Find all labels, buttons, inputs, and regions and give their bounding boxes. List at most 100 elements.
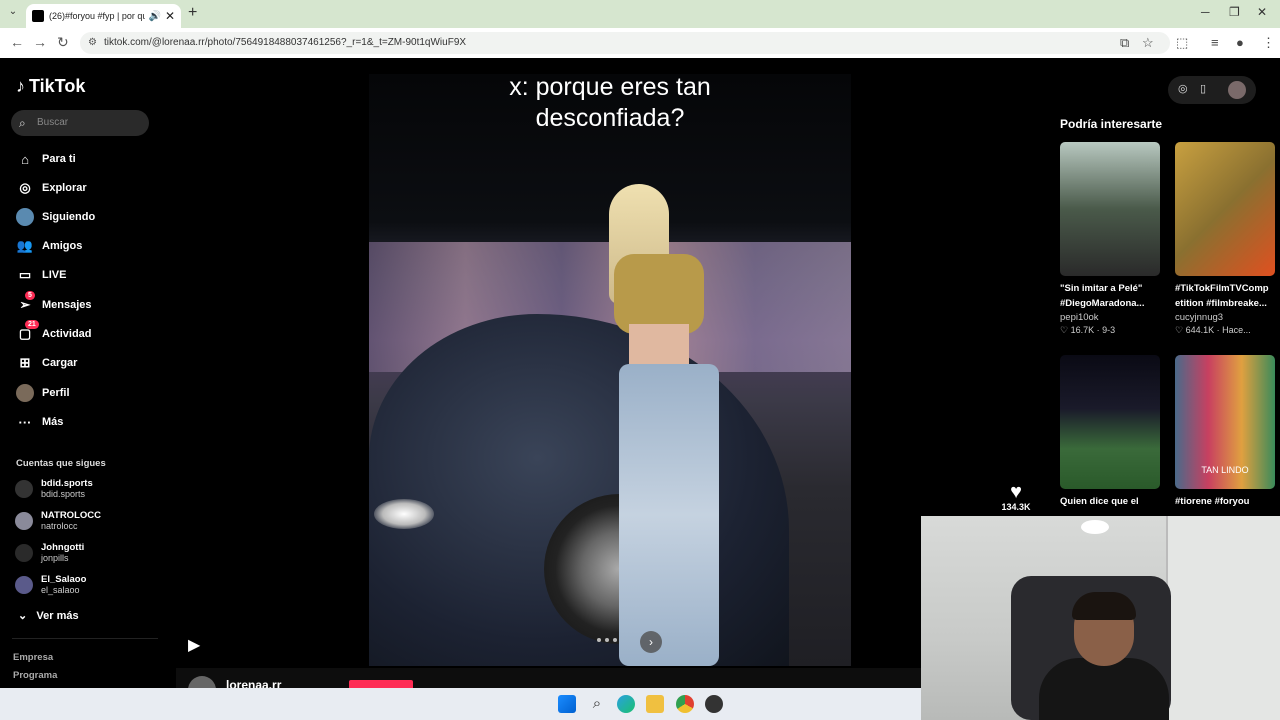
- account-name: NATROLOCC: [41, 510, 101, 521]
- coins-icon[interactable]: ◎: [1178, 82, 1188, 95]
- suggestion-title: "Sin imitar a Pelé" #DiegoMaradona...: [1060, 283, 1145, 309]
- post-caption: x: porque eres tan desconfiada?: [369, 72, 851, 134]
- caption-line: x: porque eres tan: [509, 73, 711, 101]
- nav-label: Perfil: [42, 387, 70, 399]
- footer-link-programa[interactable]: Programa: [13, 670, 57, 681]
- post-photo[interactable]: [369, 74, 851, 666]
- reload-icon[interactable]: ↻: [57, 34, 69, 51]
- avatar: [15, 480, 33, 498]
- jeans: [619, 364, 719, 666]
- compass-icon: ◎: [19, 180, 31, 195]
- suggestion-card[interactable]: "Sin imitar a Pelé" #DiegoMaradona... pep…: [1060, 142, 1160, 337]
- nav-mas[interactable]: ··· Más: [16, 412, 64, 432]
- friends-icon: 👥: [16, 238, 34, 253]
- windows-start-icon[interactable]: [558, 695, 576, 713]
- account-handle: el_salaoo: [41, 585, 80, 595]
- messages-badge: 5: [25, 291, 35, 300]
- like-button[interactable]: ♥ 134.3K: [997, 482, 1035, 512]
- nav-label: Amigos: [42, 240, 83, 252]
- tab-search-icon[interactable]: ⌄: [5, 6, 21, 22]
- suggestion-card[interactable]: #TikTokFilmTVComp etition #filmbreake... …: [1175, 142, 1275, 337]
- edge-browser-icon[interactable]: [617, 695, 635, 713]
- install-app-icon[interactable]: ⧉: [1120, 35, 1129, 51]
- car-headlight: [374, 499, 434, 529]
- browser-tab-active[interactable]: (26)#foryou #fyp | por que 🔊 ✕: [26, 4, 181, 28]
- address-bar[interactable]: ⚙ tiktok.com/@lorenaa.rr/photo/756491848…: [80, 32, 1170, 54]
- account-name: Johngotti: [41, 542, 85, 553]
- following-account[interactable]: Johngotti jonpills: [15, 542, 84, 564]
- author-strip: [176, 668, 921, 688]
- restore-icon[interactable]: ❐: [1229, 5, 1240, 19]
- suggestion-card[interactable]: Quien dice que el: [1060, 355, 1160, 509]
- suggestion-thumbnail: [1060, 142, 1160, 276]
- nav-para-ti[interactable]: ⌂ Para ti: [16, 149, 76, 169]
- see-more-button[interactable]: ⌄ Ver más: [18, 609, 79, 622]
- next-photo-button[interactable]: ›: [640, 631, 662, 653]
- mobile-icon[interactable]: ▯: [1200, 82, 1206, 95]
- following-account[interactable]: El_Salaoo el_salaoo: [15, 574, 86, 596]
- suggestion-thumbnail: [1175, 142, 1275, 276]
- speaker-icon[interactable]: 🔊: [148, 11, 160, 22]
- back-icon[interactable]: ←: [10, 34, 24, 50]
- profile-avatar-icon[interactable]: [1228, 81, 1246, 99]
- close-tab-icon[interactable]: ✕: [165, 9, 175, 23]
- extensions-icon[interactable]: ⬚: [1176, 35, 1188, 51]
- suggestion-user: cucyjnnug3: [1175, 312, 1224, 323]
- minimize-icon[interactable]: ─: [1201, 5, 1210, 19]
- suggestion-title: #TikTokFilmTVComp etition #filmbreake...: [1175, 283, 1269, 309]
- home-icon: ⌂: [21, 151, 29, 167]
- suggestion-card[interactable]: TAN LINDO #tiorene #foryou: [1175, 355, 1275, 509]
- menu-kebab-icon[interactable]: ⋮: [1262, 35, 1275, 51]
- door: [1166, 516, 1280, 720]
- suggestion-thumbnail: [1060, 355, 1160, 489]
- nav-mensajes[interactable]: ➢ 5 Mensajes: [16, 291, 92, 315]
- shirt: [1039, 658, 1169, 720]
- close-window-icon[interactable]: ✕: [1257, 5, 1267, 19]
- nav-live[interactable]: ▭ LIVE: [16, 265, 67, 285]
- forward-icon[interactable]: →: [33, 34, 47, 50]
- account-handle: natrolocc: [41, 521, 78, 531]
- new-tab-button[interactable]: +: [188, 4, 197, 22]
- url-text: tiktok.com/@lorenaa.rr/photo/75649184880…: [104, 37, 467, 48]
- nav-label: Siguiendo: [42, 211, 96, 223]
- nav-label: Para ti: [42, 153, 76, 165]
- nav-label: Más: [42, 416, 64, 428]
- file-explorer-icon[interactable]: [646, 695, 664, 713]
- profile-avatar-icon[interactable]: ●: [1236, 35, 1244, 50]
- see-more-label: Ver más: [36, 610, 79, 622]
- caption-line: desconfiada?: [535, 104, 685, 132]
- chrome-icon[interactable]: [676, 695, 694, 713]
- suggestion-stats: ♡ 644.1K · Hace...: [1175, 325, 1251, 335]
- nav-explorar[interactable]: ◎ Explorar: [16, 178, 86, 198]
- follow-button[interactable]: [349, 680, 413, 688]
- reading-list-icon[interactable]: ≡: [1211, 35, 1219, 50]
- search-icon: ⌕: [19, 116, 26, 130]
- search-placeholder: Buscar: [37, 117, 69, 128]
- nav-cargar[interactable]: ⊞ Cargar: [16, 353, 78, 373]
- search-input[interactable]: ⌕ Buscar: [11, 110, 149, 136]
- account-name: bdid.sports: [41, 478, 93, 489]
- ceiling-light: [1081, 520, 1109, 534]
- top: [614, 254, 704, 334]
- nav-perfil[interactable]: Perfil: [16, 383, 70, 403]
- nav-amigos[interactable]: 👥 Amigos: [16, 236, 82, 256]
- following-account[interactable]: NATROLOCC natrolocc: [15, 510, 101, 532]
- site-info-icon[interactable]: ⚙: [88, 32, 97, 54]
- footer-link-empresa[interactable]: Empresa: [13, 652, 53, 663]
- account-handle: bdid.sports: [41, 489, 86, 499]
- search-icon[interactable]: ⌕: [588, 695, 606, 713]
- tiktok-logo[interactable]: ♪ TikTok: [16, 76, 85, 97]
- streamer: [1039, 592, 1169, 720]
- bookmark-star-icon[interactable]: ☆: [1142, 35, 1154, 51]
- app-icon[interactable]: [705, 695, 723, 713]
- inbox-icon: ▢ 21: [16, 320, 39, 343]
- following-account[interactable]: bdid.sports bdid.sports: [15, 478, 93, 500]
- top-right-controls: ◎ ▯: [1168, 76, 1256, 104]
- nav-actividad[interactable]: ▢ 21 Actividad: [16, 320, 92, 344]
- suggestion-user: pepi10ok: [1060, 312, 1099, 323]
- logo-text: TikTok: [29, 76, 86, 96]
- suggestion-title: Quien dice que el: [1060, 496, 1139, 507]
- person: [609, 184, 729, 666]
- nav-siguiendo[interactable]: Siguiendo: [16, 207, 95, 227]
- play-icon[interactable]: ▶: [188, 635, 200, 655]
